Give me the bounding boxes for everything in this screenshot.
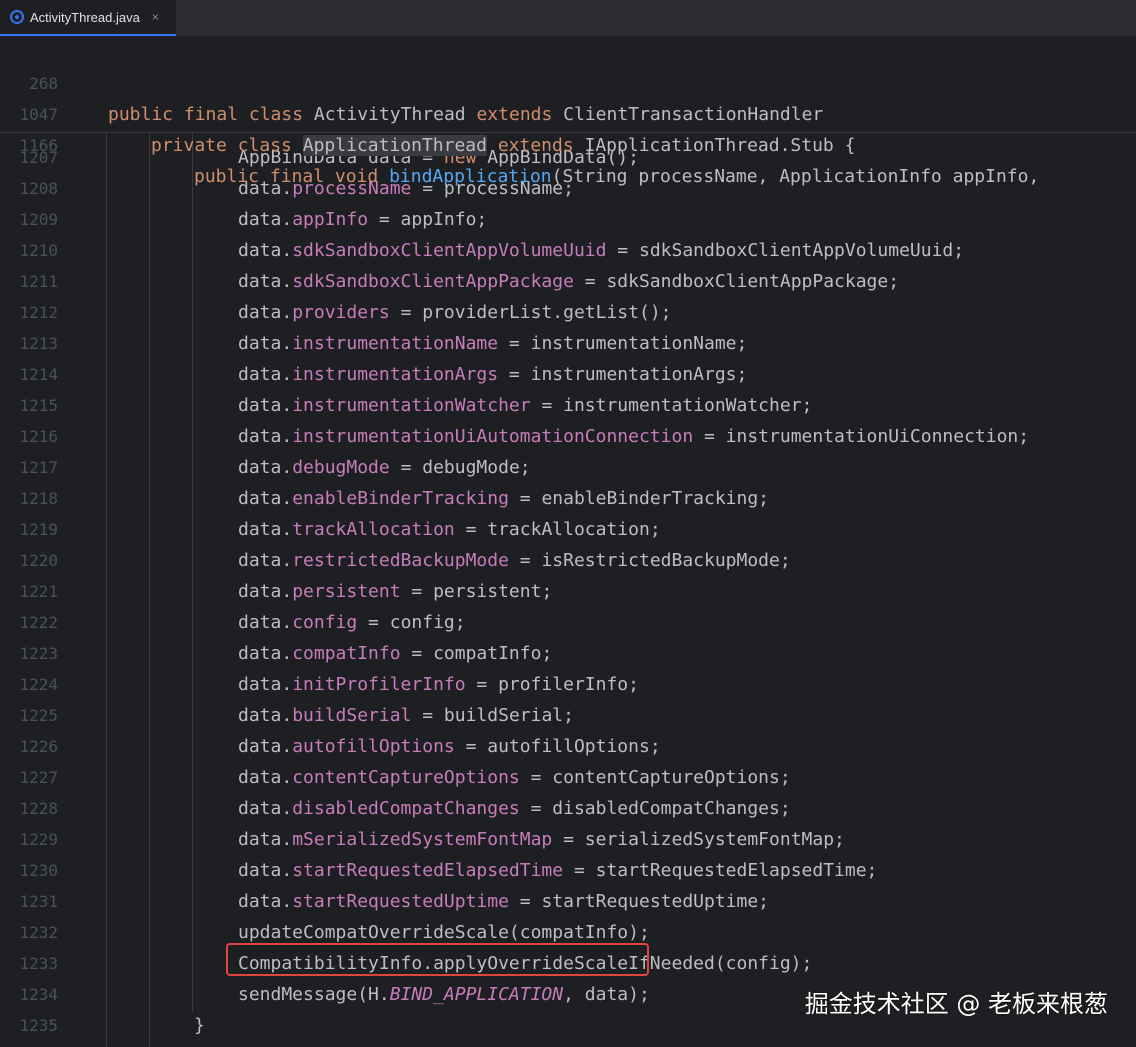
- code-line[interactable]: 1212 data.providers = providerList.getLis…: [0, 297, 1136, 328]
- code-text: data.persistent = persistent;: [238, 581, 553, 602]
- code-text: data.startRequestedUptime = startRequest…: [238, 891, 770, 912]
- code-text: data.disabledCompatChanges = disabledCom…: [238, 798, 791, 819]
- line-number: 1217: [19, 458, 58, 477]
- code-text: data.contentCaptureOptions = contentCapt…: [238, 767, 791, 788]
- line-number: 1233: [19, 954, 58, 973]
- code-text: data.restrictedBackupMode = isRestricted…: [238, 550, 791, 571]
- code-line[interactable]: 1215 data.instrumentationWatcher = instru…: [0, 390, 1136, 421]
- line-number: 1227: [19, 768, 58, 787]
- code-line[interactable]: 1216 data.instrumentationUiAutomationConn…: [0, 421, 1136, 452]
- code-text: }: [194, 1015, 205, 1036]
- code-text: public final void bindApplication(String…: [194, 166, 1040, 187]
- code-line[interactable]: 1211 data.sdkSandboxClientAppPackage = sd…: [0, 266, 1136, 297]
- line-number: 1223: [19, 644, 58, 663]
- code-text: data.initProfilerInfo = profilerInfo;: [238, 674, 639, 695]
- code-line[interactable]: 1217 data.debugMode = debugMode;: [0, 452, 1136, 483]
- code-line[interactable]: 1227 data.contentCaptureOptions = content…: [0, 762, 1136, 793]
- code-text: data.instrumentationUiAutomationConnecti…: [238, 426, 1030, 447]
- highlight-box: [226, 943, 649, 976]
- java-class-icon: [10, 10, 24, 24]
- code-text: data.sdkSandboxClientAppPackage = sdkSan…: [238, 271, 900, 292]
- code-text: data.autofillOptions = autofillOptions;: [238, 736, 661, 757]
- sticky-scope-header: 268 public final class ActivityThread ex…: [0, 36, 1136, 187]
- line-number: 1225: [19, 706, 58, 725]
- line-number: 1232: [19, 923, 58, 942]
- code-line[interactable]: 1214 data.instrumentationArgs = instrumen…: [0, 359, 1136, 390]
- line-number: 1212: [19, 303, 58, 322]
- code-line[interactable]: 1224 data.initProfilerInfo = profilerInfo…: [0, 669, 1136, 700]
- sticky-line[interactable]: 1166 public final void bindApplication(S…: [0, 99, 1136, 187]
- sticky-line[interactable]: 268 public final class ActivityThread ex…: [0, 37, 1136, 125]
- code-text: sendMessage(H.BIND_APPLICATION, data);: [238, 984, 650, 1005]
- code-text: data.debugMode = debugMode;: [238, 457, 531, 478]
- code-line[interactable]: 1231 data.startRequestedUptime = startReq…: [0, 886, 1136, 917]
- code-text: data.instrumentationWatcher = instrument…: [238, 395, 813, 416]
- code-line[interactable]: 1210 data.sdkSandboxClientAppVolumeUuid =…: [0, 235, 1136, 266]
- watermark: 掘金技术社区 @ 老板来根葱: [804, 990, 1108, 1018]
- code-text: private class ApplicationThread extends …: [151, 135, 856, 156]
- tab-label: ActivityThread.java: [30, 9, 140, 25]
- code-line[interactable]: 1222 data.config = config;: [0, 607, 1136, 638]
- line-number: 1166: [19, 136, 58, 155]
- code-line[interactable]: 1209 data.appInfo = appInfo;: [0, 204, 1136, 235]
- code-text: data.buildSerial = buildSerial;: [238, 705, 574, 726]
- code-text: data.config = config;: [238, 612, 466, 633]
- code-line[interactable]: 1220 data.restrictedBackupMode = isRestri…: [0, 545, 1136, 576]
- code-text: data.startRequestedElapsedTime = startRe…: [238, 860, 878, 881]
- code-line[interactable]: 1225 data.buildSerial = buildSerial;: [0, 700, 1136, 731]
- code-line[interactable]: 1219 data.trackAllocation = trackAllocati…: [0, 514, 1136, 545]
- code-text: data.providers = providerList.getList();: [238, 302, 672, 323]
- line-number: 1213: [19, 334, 58, 353]
- code-text: data.sdkSandboxClientAppVolumeUuid = sdk…: [238, 240, 965, 261]
- line-number: 1214: [19, 365, 58, 384]
- code-line[interactable]: 1218 data.enableBinderTracking = enableBi…: [0, 483, 1136, 514]
- code-text: data.enableBinderTracking = enableBinder…: [238, 488, 770, 509]
- line-number: 1220: [19, 551, 58, 570]
- editor-tab-bar: ActivityThread.java ×: [0, 0, 1136, 37]
- line-number: 1216: [19, 427, 58, 446]
- line-number: 1219: [19, 520, 58, 539]
- line-number: 1235: [19, 1016, 58, 1035]
- code-line[interactable]: 1213 data.instrumentationName = instrumen…: [0, 328, 1136, 359]
- code-text: data.instrumentationArgs = instrumentati…: [238, 364, 748, 385]
- code-text: data.instrumentationName = instrumentati…: [238, 333, 748, 354]
- code-line[interactable]: 1228 data.disabledCompatChanges = disable…: [0, 793, 1136, 824]
- line-number: 1230: [19, 861, 58, 880]
- line-number: 1226: [19, 737, 58, 756]
- code-line[interactable]: 1229 data.mSerializedSystemFontMap = seri…: [0, 824, 1136, 855]
- code-text: data.compatInfo = compatInfo;: [238, 643, 553, 664]
- line-number: 1218: [19, 489, 58, 508]
- code-text: data.appInfo = appInfo;: [238, 209, 488, 230]
- tab-activitythread-java[interactable]: ActivityThread.java ×: [0, 0, 176, 36]
- code-line[interactable]: 1226 data.autofillOptions = autofillOptio…: [0, 731, 1136, 762]
- line-number: 1229: [19, 830, 58, 849]
- line-number: 1231: [19, 892, 58, 911]
- close-icon[interactable]: ×: [152, 10, 159, 24]
- line-number: 1228: [19, 799, 58, 818]
- line-number: 1210: [19, 241, 58, 260]
- code-text: data.trackAllocation = trackAllocation;: [238, 519, 661, 540]
- line-number: 1234: [19, 985, 58, 1004]
- code-editor[interactable]: 1207 AppBindData data = new AppBindData()…: [0, 36, 1136, 1047]
- sticky-line[interactable]: 1047 private class ApplicationThread ext…: [0, 68, 1136, 156]
- line-number: 1211: [19, 272, 58, 291]
- line-number: 1224: [19, 675, 58, 694]
- line-number: 1221: [19, 582, 58, 601]
- code-line[interactable]: 1221 data.persistent = persistent;: [0, 576, 1136, 607]
- line-number: 1215: [19, 396, 58, 415]
- code-text: data.mSerializedSystemFontMap = serializ…: [238, 829, 845, 850]
- line-number: 1222: [19, 613, 58, 632]
- code-line[interactable]: 1223 data.compatInfo = compatInfo;: [0, 638, 1136, 669]
- code-line[interactable]: 1230 data.startRequestedElapsedTime = sta…: [0, 855, 1136, 886]
